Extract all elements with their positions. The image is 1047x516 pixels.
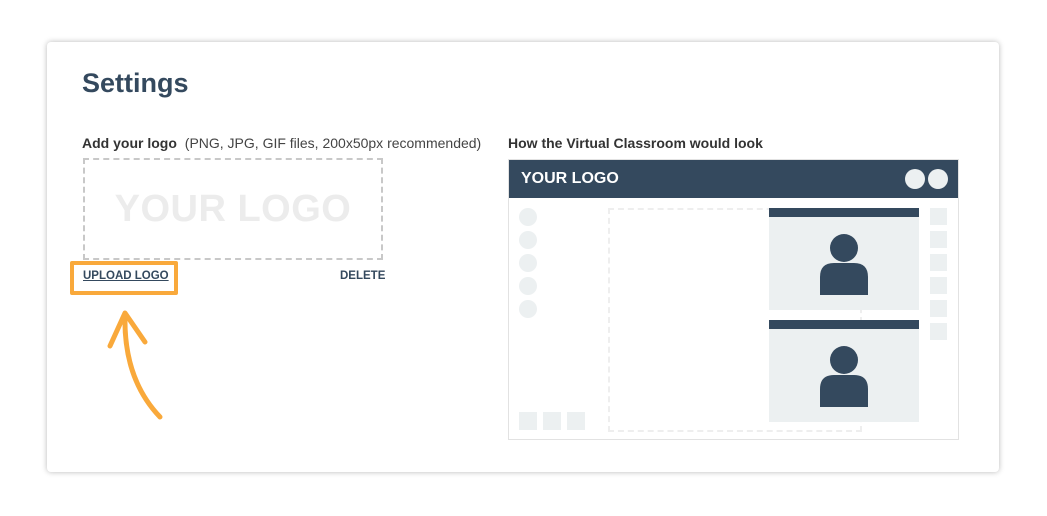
preview-video-tile bbox=[769, 320, 919, 422]
logo-hint: (PNG, JPG, GIF files, 200x50px recommend… bbox=[184, 135, 482, 151]
video-tile-bar bbox=[769, 208, 919, 217]
preview-label: How the Virtual Classroom would look bbox=[508, 135, 763, 151]
preview-right-square bbox=[930, 254, 947, 271]
preview-right-square bbox=[930, 208, 947, 225]
preview-header-dot bbox=[905, 169, 925, 189]
preview-toolbar-square bbox=[519, 412, 537, 430]
preview-header: YOUR LOGO bbox=[509, 160, 958, 198]
preview-toolbar-square bbox=[543, 412, 561, 430]
preview-sidebar-circle bbox=[519, 277, 537, 295]
settings-card: Settings Add your logo (PNG, JPG, GIF fi… bbox=[47, 42, 999, 472]
preview-video-tile bbox=[769, 208, 919, 310]
curved-arrow-icon bbox=[107, 310, 163, 420]
preview-sidebar-circle bbox=[519, 231, 537, 249]
preview-sidebar-circle bbox=[519, 300, 537, 318]
preview-right-square bbox=[930, 277, 947, 294]
preview-header-logo: YOUR LOGO bbox=[521, 170, 619, 187]
video-tile-bar bbox=[769, 320, 919, 329]
logo-placeholder: YOUR LOGO bbox=[114, 187, 352, 230]
delete-logo-button[interactable]: DELETE bbox=[340, 270, 385, 282]
page-title: Settings bbox=[82, 68, 189, 98]
preview-right-square bbox=[930, 300, 947, 317]
preview-right-square bbox=[930, 323, 947, 340]
upload-logo-button[interactable]: UPLOAD LOGO bbox=[83, 270, 169, 282]
user-avatar-icon bbox=[820, 234, 868, 295]
logo-section-label: Add your logo (PNG, JPG, GIF files, 200x… bbox=[82, 135, 481, 151]
preview-sidebar-circle bbox=[519, 254, 537, 272]
preview-header-dot bbox=[928, 169, 948, 189]
logo-dropzone[interactable]: YOUR LOGO bbox=[83, 158, 383, 260]
logo-label: Add your logo bbox=[82, 135, 177, 151]
preview-sidebar-circle bbox=[519, 208, 537, 226]
user-avatar-icon bbox=[820, 346, 868, 407]
classroom-preview: YOUR LOGO bbox=[508, 159, 959, 440]
preview-right-square bbox=[930, 231, 947, 248]
preview-toolbar-square bbox=[567, 412, 585, 430]
